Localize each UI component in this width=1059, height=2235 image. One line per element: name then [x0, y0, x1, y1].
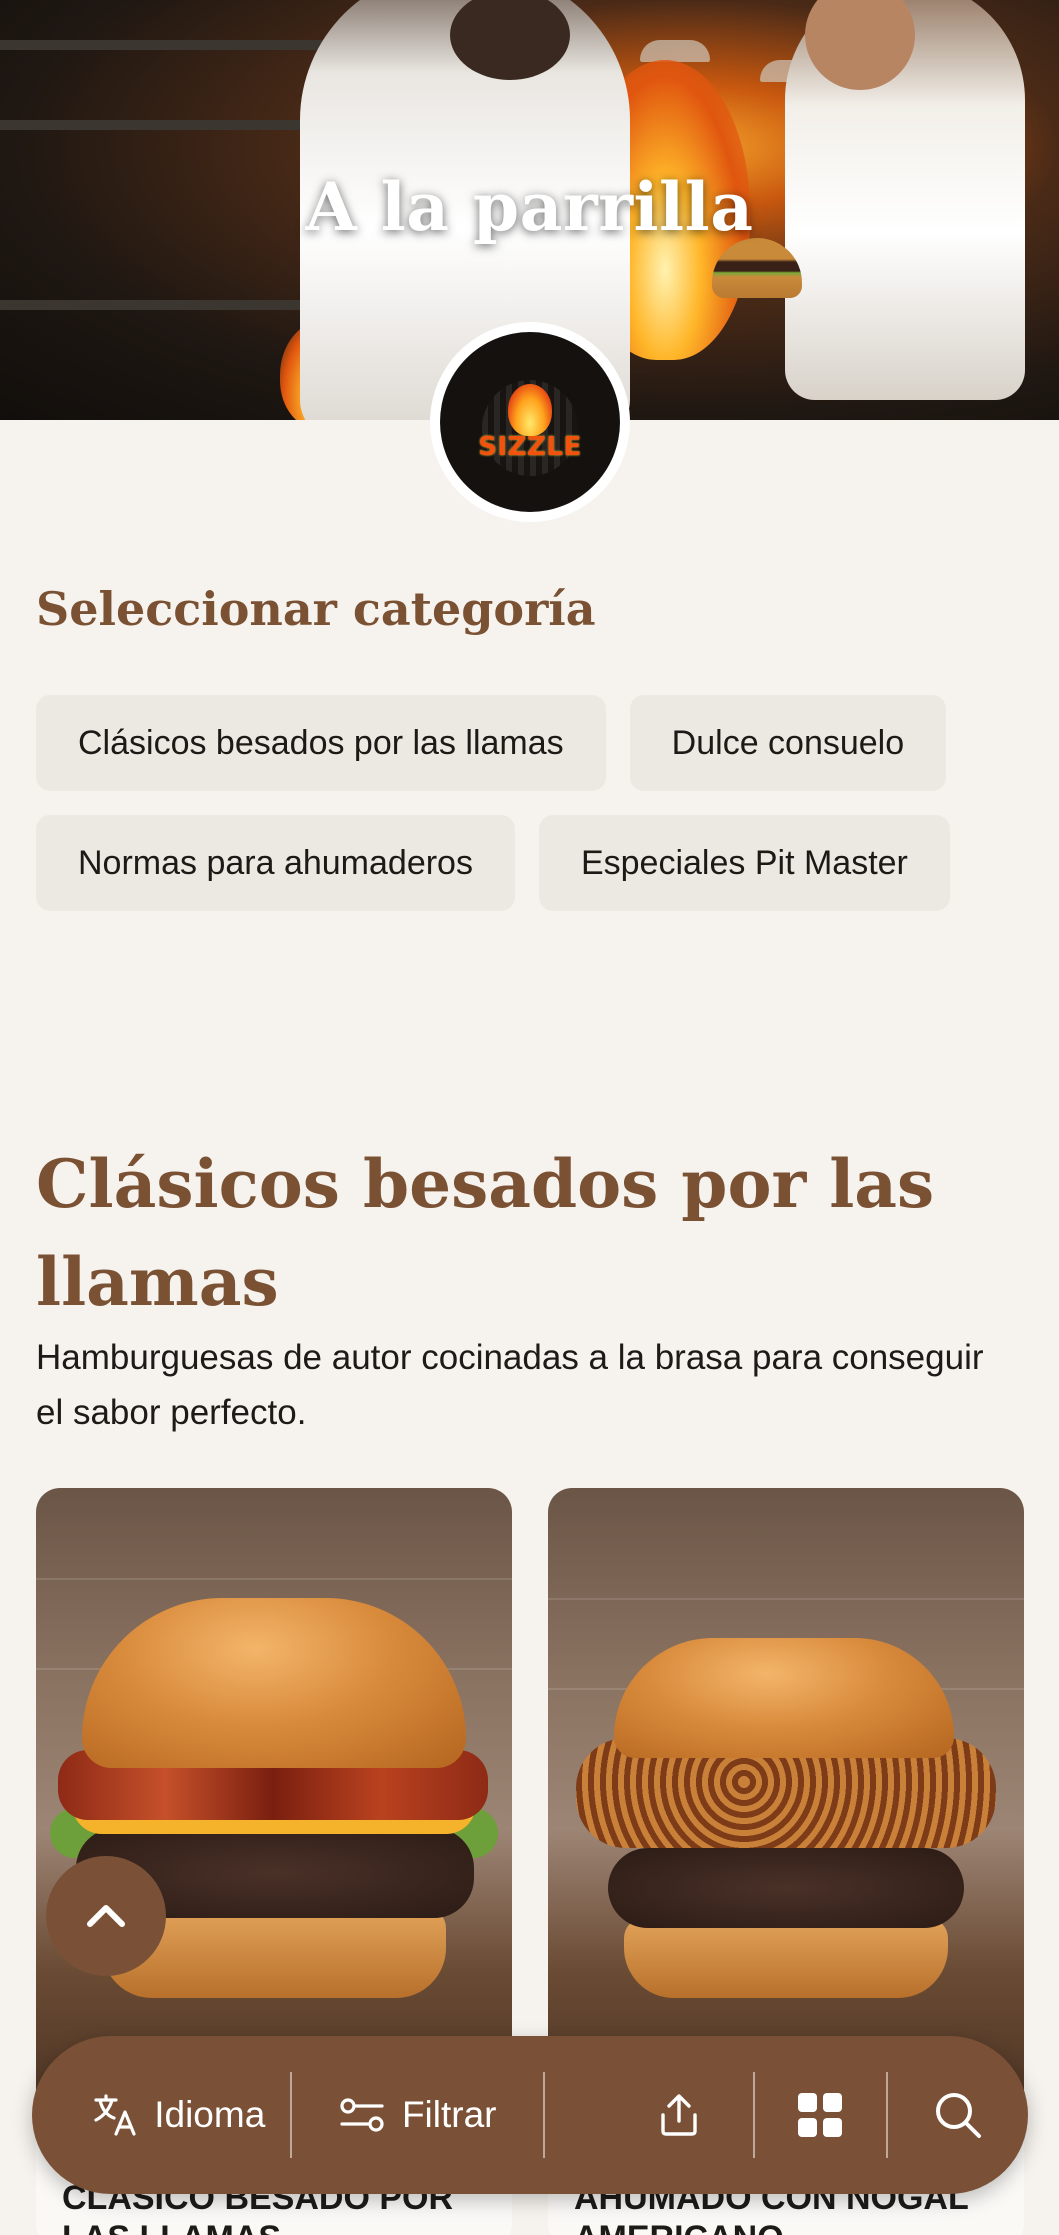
category-heading: Seleccionar categoría [36, 582, 596, 636]
restaurant-logo: SIZZLE [430, 322, 630, 522]
category-chip[interactable]: Normas para ahumaderos [36, 815, 515, 911]
product-image [548, 1488, 1024, 2108]
hero-lamp [640, 40, 710, 62]
chevron-up-icon [87, 1905, 125, 1927]
category-chip[interactable]: Especiales Pit Master [538, 815, 950, 911]
share-icon [661, 2094, 697, 2136]
filter-button[interactable]: Filtrar [292, 2036, 543, 2194]
language-label: Idioma [154, 2094, 266, 2135]
section-title: Clásicos besados por las llamas [36, 1145, 935, 1321]
search-icon [936, 2093, 982, 2138]
category-chips: Clásicos besados por las llamas Dulce co… [36, 695, 1026, 911]
translate-icon [94, 2094, 136, 2136]
language-button[interactable]: Idioma [32, 2036, 290, 2194]
logo-text: SIZZLE [478, 432, 582, 462]
filter-label: Filtrar [401, 2094, 497, 2135]
product-image [36, 1488, 512, 2108]
grid-icon [798, 2093, 843, 2137]
filter-icon [340, 2098, 384, 2132]
hero-shelf [0, 40, 340, 50]
search-button[interactable] [888, 2036, 1028, 2194]
scroll-top-button[interactable] [46, 1856, 166, 1976]
hero-shelf [0, 120, 340, 130]
category-chip[interactable]: Clásicos besados por las llamas [36, 695, 606, 791]
grid-view-button[interactable] [755, 2036, 887, 2194]
bottom-toolbar: Idioma Filtrar [32, 2036, 1028, 2194]
section-description: Hamburguesas de autor cocinadas a la bra… [36, 1338, 984, 1432]
category-chip[interactable]: Dulce consuelo [629, 695, 947, 791]
page-title: A la parrilla [305, 168, 754, 246]
share-button[interactable] [545, 2036, 753, 2194]
fire-icon [508, 384, 552, 436]
